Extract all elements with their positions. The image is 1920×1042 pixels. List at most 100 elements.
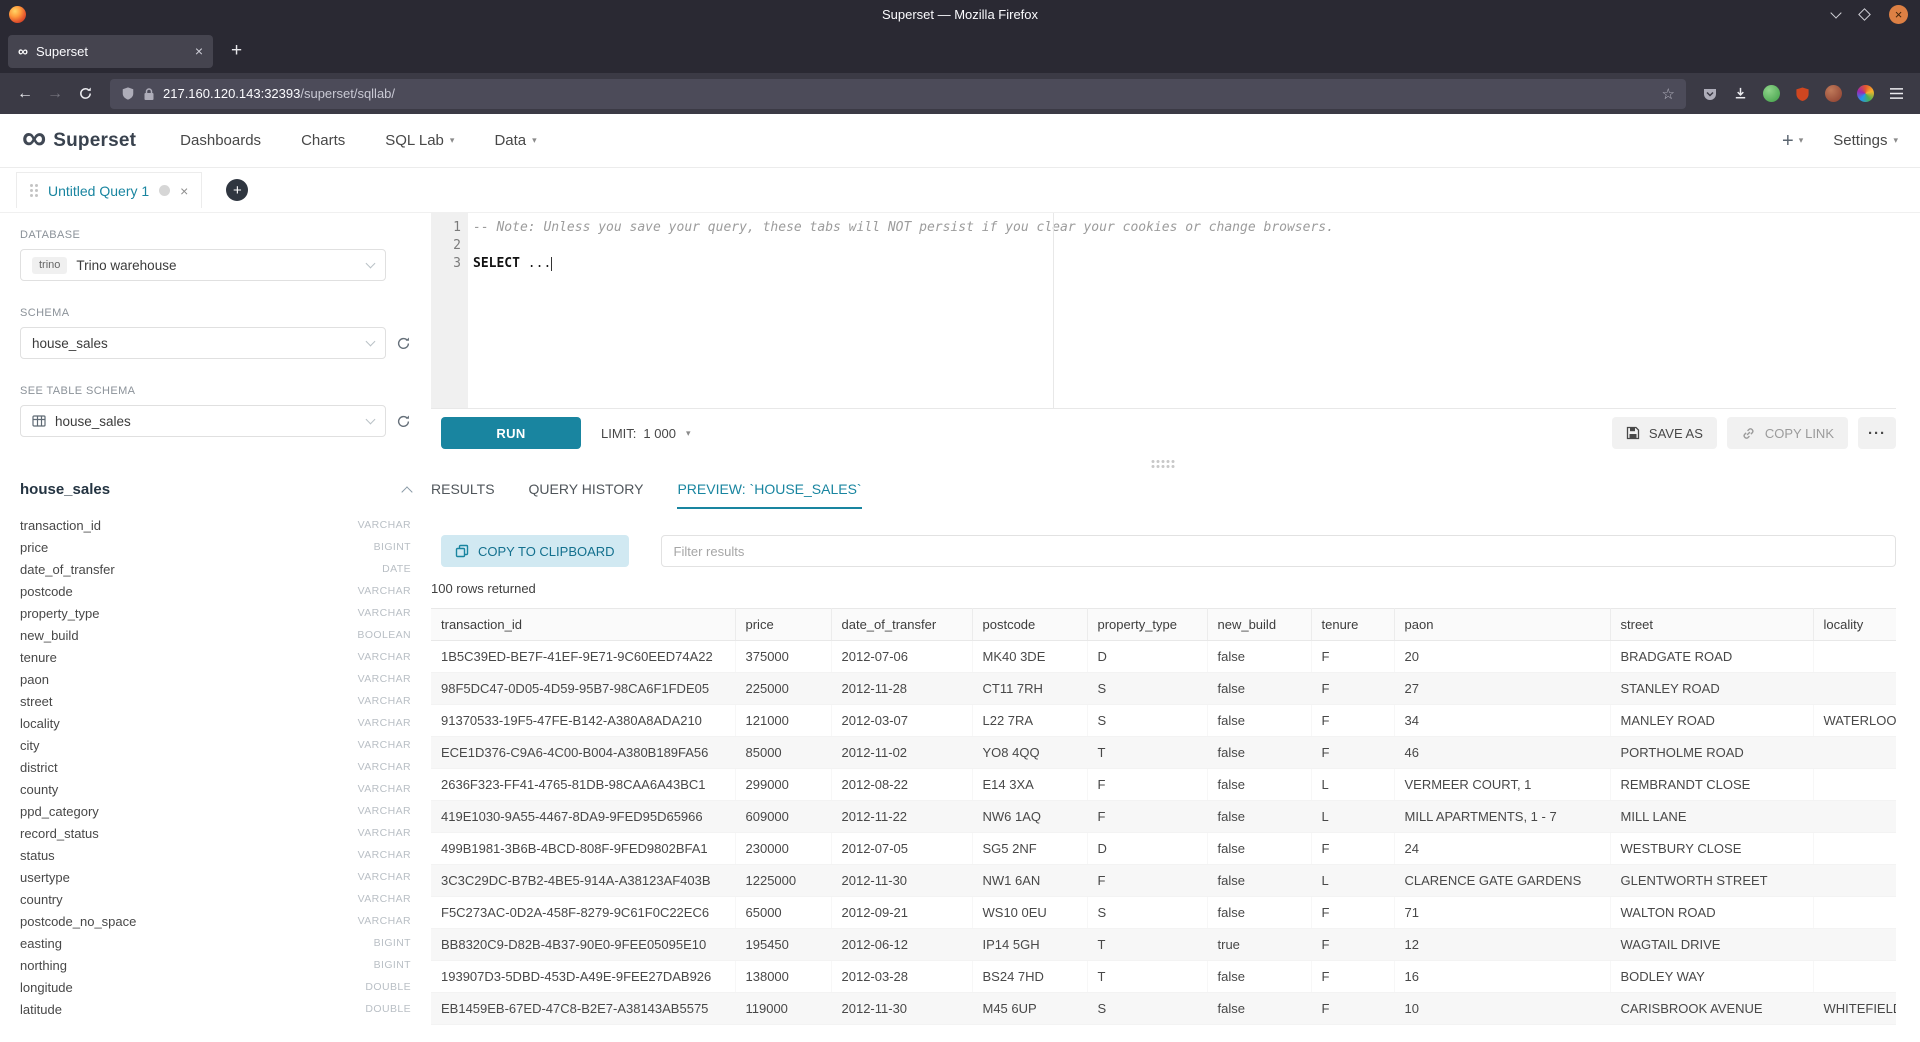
column-list-item[interactable]: northing BIGINT	[20, 954, 411, 976]
table-row[interactable]: 419E1030-9A55-4467-8DA9-9FED95D65966 609…	[431, 801, 1896, 833]
table-row[interactable]: 91370533-19F5-47FE-B142-A380A8ADA210 121…	[431, 705, 1896, 737]
pane-drag-handle-icon[interactable]	[1151, 460, 1176, 470]
column-header-cell[interactable]: property_type	[1087, 609, 1207, 641]
column-list-item[interactable]: longitude DOUBLE	[20, 976, 411, 998]
table-row[interactable]: ECE1D376-C9A6-4C00-B004-A380B189FA56 850…	[431, 737, 1896, 769]
reload-button[interactable]	[70, 79, 100, 109]
column-header-cell[interactable]: paon	[1394, 609, 1610, 641]
column-list-item[interactable]: record_status VARCHAR	[20, 822, 411, 844]
query-tab-close-icon[interactable]: ×	[180, 183, 188, 199]
new-item-button[interactable]: +▾	[1782, 131, 1803, 151]
back-button[interactable]: ←	[10, 79, 40, 109]
nav-item-charts[interactable]: Charts	[301, 132, 345, 149]
column-header-cell[interactable]: new_build	[1207, 609, 1311, 641]
nav-item-data[interactable]: Data▾	[494, 132, 536, 149]
column-list-item[interactable]: tenure VARCHAR	[20, 646, 411, 668]
column-list-item[interactable]: street VARCHAR	[20, 690, 411, 712]
column-list-item[interactable]: price BIGINT	[20, 536, 411, 558]
column-header-cell[interactable]: date_of_transfer	[831, 609, 972, 641]
forward-button[interactable]: →	[40, 79, 70, 109]
column-list-item[interactable]: date_of_transfer DATE	[20, 558, 411, 580]
collapse-chevron-up-icon[interactable]	[401, 486, 412, 497]
column-name: status	[20, 848, 55, 863]
tab-preview-house-sales[interactable]: PREVIEW: `HOUSE_SALES`	[677, 481, 861, 509]
column-list-item[interactable]: locality VARCHAR	[20, 712, 411, 734]
tab-query-history[interactable]: QUERY HISTORY	[529, 481, 644, 509]
editor-code-area[interactable]: -- Note: Unless you save your query, the…	[468, 213, 1896, 408]
column-list-item[interactable]: ppd_category VARCHAR	[20, 800, 411, 822]
column-list-item[interactable]: postcode VARCHAR	[20, 580, 411, 602]
nav-item-sql-lab[interactable]: SQL Lab▾	[385, 132, 454, 149]
column-list-item[interactable]: new_build BOOLEAN	[20, 624, 411, 646]
settings-menu[interactable]: Settings▾	[1833, 132, 1898, 149]
copy-link-button[interactable]: COPY LINK	[1727, 417, 1848, 449]
query-tab-active[interactable]: Untitled Query 1 ×	[16, 172, 202, 208]
close-button[interactable]: ×	[1889, 5, 1908, 24]
results-table-container[interactable]: transaction_id price date_of_transfer po…	[431, 608, 1896, 1042]
sql-editor[interactable]: 1 2 3 -- Note: Unless you save your quer…	[431, 213, 1896, 409]
bookmark-star-icon[interactable]: ☆	[1662, 85, 1675, 103]
column-header-cell[interactable]: price	[735, 609, 831, 641]
table-row[interactable]: 2636F323-FF41-4765-81DB-98CAA6A43BC1 299…	[431, 769, 1896, 801]
table-row[interactable]: EB1459EB-67ED-47C8-B2E7-A38143AB5575 119…	[431, 993, 1896, 1025]
table-row[interactable]: BB8320C9-D82B-4B37-90E0-9FEE05095E10 195…	[431, 929, 1896, 961]
limit-control[interactable]: LIMIT: 1 000 ▾	[601, 426, 690, 441]
url-text[interactable]: 217.160.120.143:32393/superset/sqllab/	[163, 85, 395, 103]
filter-results-input[interactable]	[661, 535, 1896, 567]
menu-icon[interactable]	[1889, 87, 1904, 100]
more-actions-button[interactable]: ···	[1858, 417, 1896, 449]
table-row[interactable]: 3C3C29DC-B7B2-4BE5-914A-A38123AF403B 122…	[431, 865, 1896, 897]
column-list-item[interactable]: district VARCHAR	[20, 756, 411, 778]
url-bar[interactable]: 217.160.120.143:32393/superset/sqllab/ ☆	[110, 79, 1686, 109]
downloads-icon[interactable]	[1733, 86, 1748, 101]
drag-handle-icon[interactable]	[30, 184, 38, 197]
column-list-item[interactable]: paon VARCHAR	[20, 668, 411, 690]
minimize-button[interactable]	[1830, 7, 1841, 18]
table-row[interactable]: F5C273AC-0D2A-458F-8279-9C61F0C22EC6 650…	[431, 897, 1896, 929]
save-as-button[interactable]: SAVE AS	[1612, 417, 1717, 449]
column-list-item[interactable]: postcode_no_space VARCHAR	[20, 910, 411, 932]
refresh-schema-button[interactable]	[396, 336, 411, 351]
refresh-table-button[interactable]	[396, 414, 411, 429]
column-list-item[interactable]: status VARCHAR	[20, 844, 411, 866]
table-row[interactable]: 193907D3-5DBD-453D-A49E-9FEE27DAB926 138…	[431, 961, 1896, 993]
column-list-item[interactable]: property_type VARCHAR	[20, 602, 411, 624]
new-tab-button[interactable]: +	[221, 40, 252, 62]
column-list-item[interactable]: usertype VARCHAR	[20, 866, 411, 888]
extension-icon[interactable]	[1825, 85, 1842, 102]
cell-postcode: NW6 1AQ	[972, 801, 1087, 833]
column-list-item[interactable]: transaction_id VARCHAR	[20, 514, 411, 536]
extension-icon[interactable]	[1763, 85, 1780, 102]
column-list-item[interactable]: latitude DOUBLE	[20, 998, 411, 1020]
column-header-cell[interactable]: tenure	[1311, 609, 1394, 641]
schema-select[interactable]: house_sales	[20, 327, 386, 359]
column-header-cell[interactable]: street	[1610, 609, 1813, 641]
table-select[interactable]: house_sales	[20, 405, 386, 437]
database-select[interactable]: trino Trino warehouse	[20, 249, 386, 281]
extension-icon[interactable]	[1857, 85, 1874, 102]
browser-tab[interactable]: ∞ Superset ×	[8, 35, 213, 68]
maximize-button[interactable]	[1858, 8, 1871, 21]
table-row[interactable]: 98F5DC47-0D05-4D59-95B7-98CA6F1FDE05 225…	[431, 673, 1896, 705]
superset-brand[interactable]: ∞ Superset	[22, 126, 136, 155]
table-row[interactable]: 499B1981-3B6B-4BCD-808F-9FED9802BFA1 230…	[431, 833, 1896, 865]
ublock-shield-icon[interactable]	[1795, 86, 1810, 102]
table-schema-title[interactable]: house_sales	[20, 481, 110, 498]
column-list-item[interactable]: country VARCHAR	[20, 888, 411, 910]
nav-item-dashboards[interactable]: Dashboards	[180, 132, 261, 149]
tab-results[interactable]: RESULTS	[431, 481, 495, 509]
table-row[interactable]: 1B5C39ED-BE7F-41EF-9E71-9C60EED74A22 375…	[431, 641, 1896, 673]
add-query-tab-button[interactable]: +	[226, 179, 248, 201]
copy-to-clipboard-button[interactable]: COPY TO CLIPBOARD	[441, 535, 629, 567]
tracking-shield-icon[interactable]	[121, 86, 135, 101]
lock-icon[interactable]	[143, 87, 155, 101]
column-header-cell[interactable]: transaction_id	[431, 609, 735, 641]
column-list-item[interactable]: city VARCHAR	[20, 734, 411, 756]
run-button[interactable]: RUN	[441, 417, 581, 449]
column-header-cell[interactable]: postcode	[972, 609, 1087, 641]
pocket-icon[interactable]	[1702, 86, 1718, 102]
column-header-cell[interactable]: locality	[1813, 609, 1896, 641]
column-list-item[interactable]: county VARCHAR	[20, 778, 411, 800]
tab-close-icon[interactable]: ×	[195, 43, 203, 59]
column-list-item[interactable]: easting BIGINT	[20, 932, 411, 954]
